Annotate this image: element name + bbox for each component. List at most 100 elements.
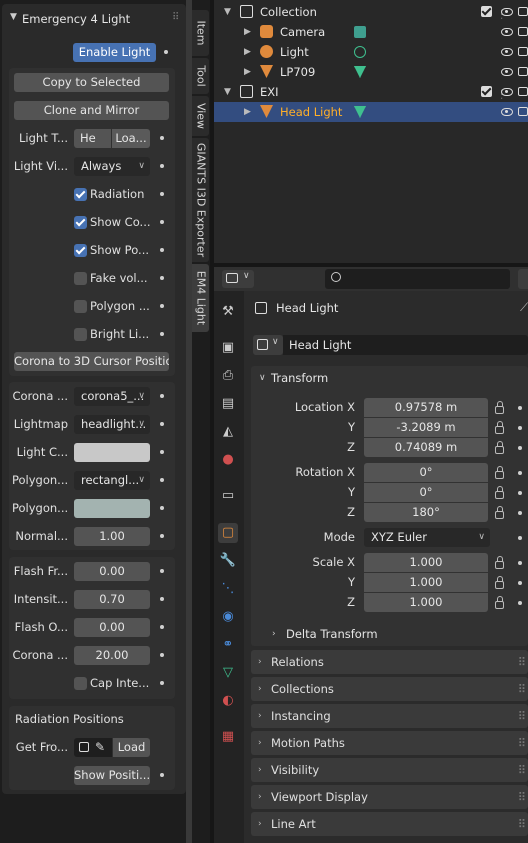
- scale-z-field[interactable]: 1.000: [364, 593, 488, 612]
- checkbox-dot[interactable]: [160, 332, 164, 336]
- keyframe-dot[interactable]: [518, 601, 522, 605]
- lock-icon[interactable]: [495, 441, 504, 454]
- polygon-tex-dot[interactable]: [160, 478, 164, 482]
- object-data-icon[interactable]: ▽: [218, 663, 238, 683]
- flash-freq-field[interactable]: 0.00: [74, 562, 150, 581]
- lock-icon[interactable]: [495, 401, 504, 414]
- data-name-field[interactable]: Head Light: [283, 335, 528, 355]
- cap-intensity-checkbox[interactable]: [74, 677, 87, 690]
- render-camera-icon[interactable]: [518, 107, 528, 116]
- rotation-mode-dropdown[interactable]: XYZ Euler ∨: [364, 528, 490, 547]
- lock-icon[interactable]: [495, 486, 504, 499]
- lock-icon[interactable]: [495, 596, 504, 609]
- exclude-checkbox[interactable]: [481, 6, 492, 17]
- scale-x-field[interactable]: 1.000: [364, 553, 488, 572]
- scene-icon[interactable]: ◭: [218, 422, 238, 442]
- lock-icon[interactable]: [495, 576, 504, 589]
- keyframe-dot[interactable]: [518, 446, 522, 450]
- corona-size-dot[interactable]: [160, 653, 164, 657]
- tab-giants-exporter[interactable]: GIANTS I3D Exporter: [192, 138, 209, 262]
- section-visibility[interactable]: › Visibility ⠿: [251, 758, 528, 782]
- tab-item[interactable]: Item: [192, 10, 209, 56]
- cap-intensity-dot[interactable]: [160, 681, 164, 685]
- keyframe-dot[interactable]: [518, 511, 522, 515]
- drag-handle-icon[interactable]: ⠿: [518, 812, 526, 836]
- options-dropdown[interactable]: [518, 269, 528, 289]
- tool-icon[interactable]: ⚒: [218, 302, 238, 322]
- lock-icon[interactable]: [495, 466, 504, 479]
- render-camera-icon[interactable]: [518, 67, 528, 76]
- eye-icon[interactable]: [501, 48, 513, 56]
- constraints-icon[interactable]: ⚭: [218, 635, 238, 655]
- render-camera-icon[interactable]: [518, 27, 528, 36]
- eye-icon[interactable]: [501, 28, 513, 36]
- delta-transform-header[interactable]: › Delta Transform: [262, 624, 522, 644]
- polygon-color-swatch[interactable]: [74, 499, 150, 518]
- section-line-art[interactable]: › Line Art ⠿: [251, 812, 528, 836]
- rotation-x-field[interactable]: 0°: [364, 463, 488, 482]
- enable-light-button[interactable]: Enable Light: [73, 43, 156, 62]
- material-icon[interactable]: ◐: [218, 691, 238, 711]
- chevron-right-icon[interactable]: ▶: [244, 62, 251, 82]
- lock-icon[interactable]: [495, 421, 504, 434]
- light-color-dot[interactable]: [160, 450, 164, 454]
- chevron-right-icon[interactable]: ▶: [244, 22, 251, 42]
- enable-light-dot[interactable]: [164, 50, 168, 54]
- collection-icon[interactable]: ▭: [218, 486, 238, 506]
- drag-handle-icon[interactable]: ⠿: [518, 785, 526, 809]
- panel-header[interactable]: ▼ Emergency 4 Light ⠿: [4, 10, 184, 32]
- outliner-row[interactable]: ▶ LP709: [214, 62, 528, 82]
- lightmap-dropdown[interactable]: headlight... ∨: [74, 415, 150, 434]
- outliner-row[interactable]: ▼ Collection ⋮: [214, 2, 528, 22]
- object-icon[interactable]: ▢: [218, 523, 238, 543]
- rotation-z-field[interactable]: 180°: [364, 503, 488, 522]
- checkbox-1[interactable]: [74, 216, 87, 229]
- keyframe-dot[interactable]: [518, 426, 522, 430]
- location-y-field[interactable]: -3.2089 m: [364, 418, 488, 437]
- camera-data-icon[interactable]: [354, 26, 366, 38]
- checkbox-dot[interactable]: [160, 248, 164, 252]
- checkbox-dot[interactable]: [160, 276, 164, 280]
- eyedropper-field[interactable]: ✎: [74, 738, 112, 757]
- particles-icon[interactable]: ⋱: [218, 579, 238, 599]
- render-camera-icon[interactable]: [518, 47, 528, 56]
- lightmap-dot[interactable]: [160, 422, 164, 426]
- flash-freq-dot[interactable]: [160, 569, 164, 573]
- checkbox-dot[interactable]: [160, 304, 164, 308]
- outliner-row[interactable]: ▶ Light: [214, 42, 528, 62]
- chevron-down-icon[interactable]: ▼: [224, 82, 231, 102]
- section-relations[interactable]: › Relations ⠿: [251, 650, 528, 674]
- light-color-swatch[interactable]: [74, 443, 150, 462]
- render-camera-icon[interactable]: [518, 87, 528, 96]
- chevron-right-icon[interactable]: ▶: [244, 42, 251, 62]
- data-block-selector[interactable]: ∨: [253, 335, 283, 355]
- texture-icon[interactable]: ▦: [218, 727, 238, 747]
- pin-icon[interactable]: ⟋: [520, 300, 528, 315]
- mesh-data-icon[interactable]: [354, 106, 366, 118]
- section-viewport-display[interactable]: › Viewport Display ⠿: [251, 785, 528, 809]
- intensity-dot[interactable]: [160, 597, 164, 601]
- keyframe-dot[interactable]: [518, 581, 522, 585]
- light-type-load-button[interactable]: Loa...: [112, 129, 150, 148]
- corona-size-field[interactable]: 20.00: [74, 646, 150, 665]
- view-layer-icon[interactable]: ▤: [218, 394, 238, 414]
- rotation-y-field[interactable]: 0°: [364, 483, 488, 502]
- chevron-right-icon[interactable]: ▶: [244, 102, 251, 122]
- outliner-row[interactable]: ▼ EXI ⋮: [214, 82, 528, 102]
- lock-icon[interactable]: [495, 556, 504, 569]
- section-collections[interactable]: › Collections ⠿: [251, 677, 528, 701]
- light-vis-dropdown[interactable]: Always ∨: [74, 157, 150, 176]
- location-z-field[interactable]: 0.74089 m: [364, 438, 488, 457]
- checkbox-2[interactable]: [74, 244, 87, 257]
- eye-icon[interactable]: [501, 88, 513, 96]
- checkbox-4[interactable]: [74, 300, 87, 313]
- rotation-mode-dot[interactable]: [518, 536, 522, 540]
- eye-icon[interactable]: [501, 68, 513, 76]
- checkbox-dot[interactable]: [160, 220, 164, 224]
- exclude-checkbox[interactable]: [481, 86, 492, 97]
- keyframe-dot[interactable]: [518, 561, 522, 565]
- lock-icon[interactable]: [495, 506, 504, 519]
- eye-icon[interactable]: [501, 108, 513, 116]
- polygon-color-dot[interactable]: [160, 506, 164, 510]
- flash-offset-dot[interactable]: [160, 625, 164, 629]
